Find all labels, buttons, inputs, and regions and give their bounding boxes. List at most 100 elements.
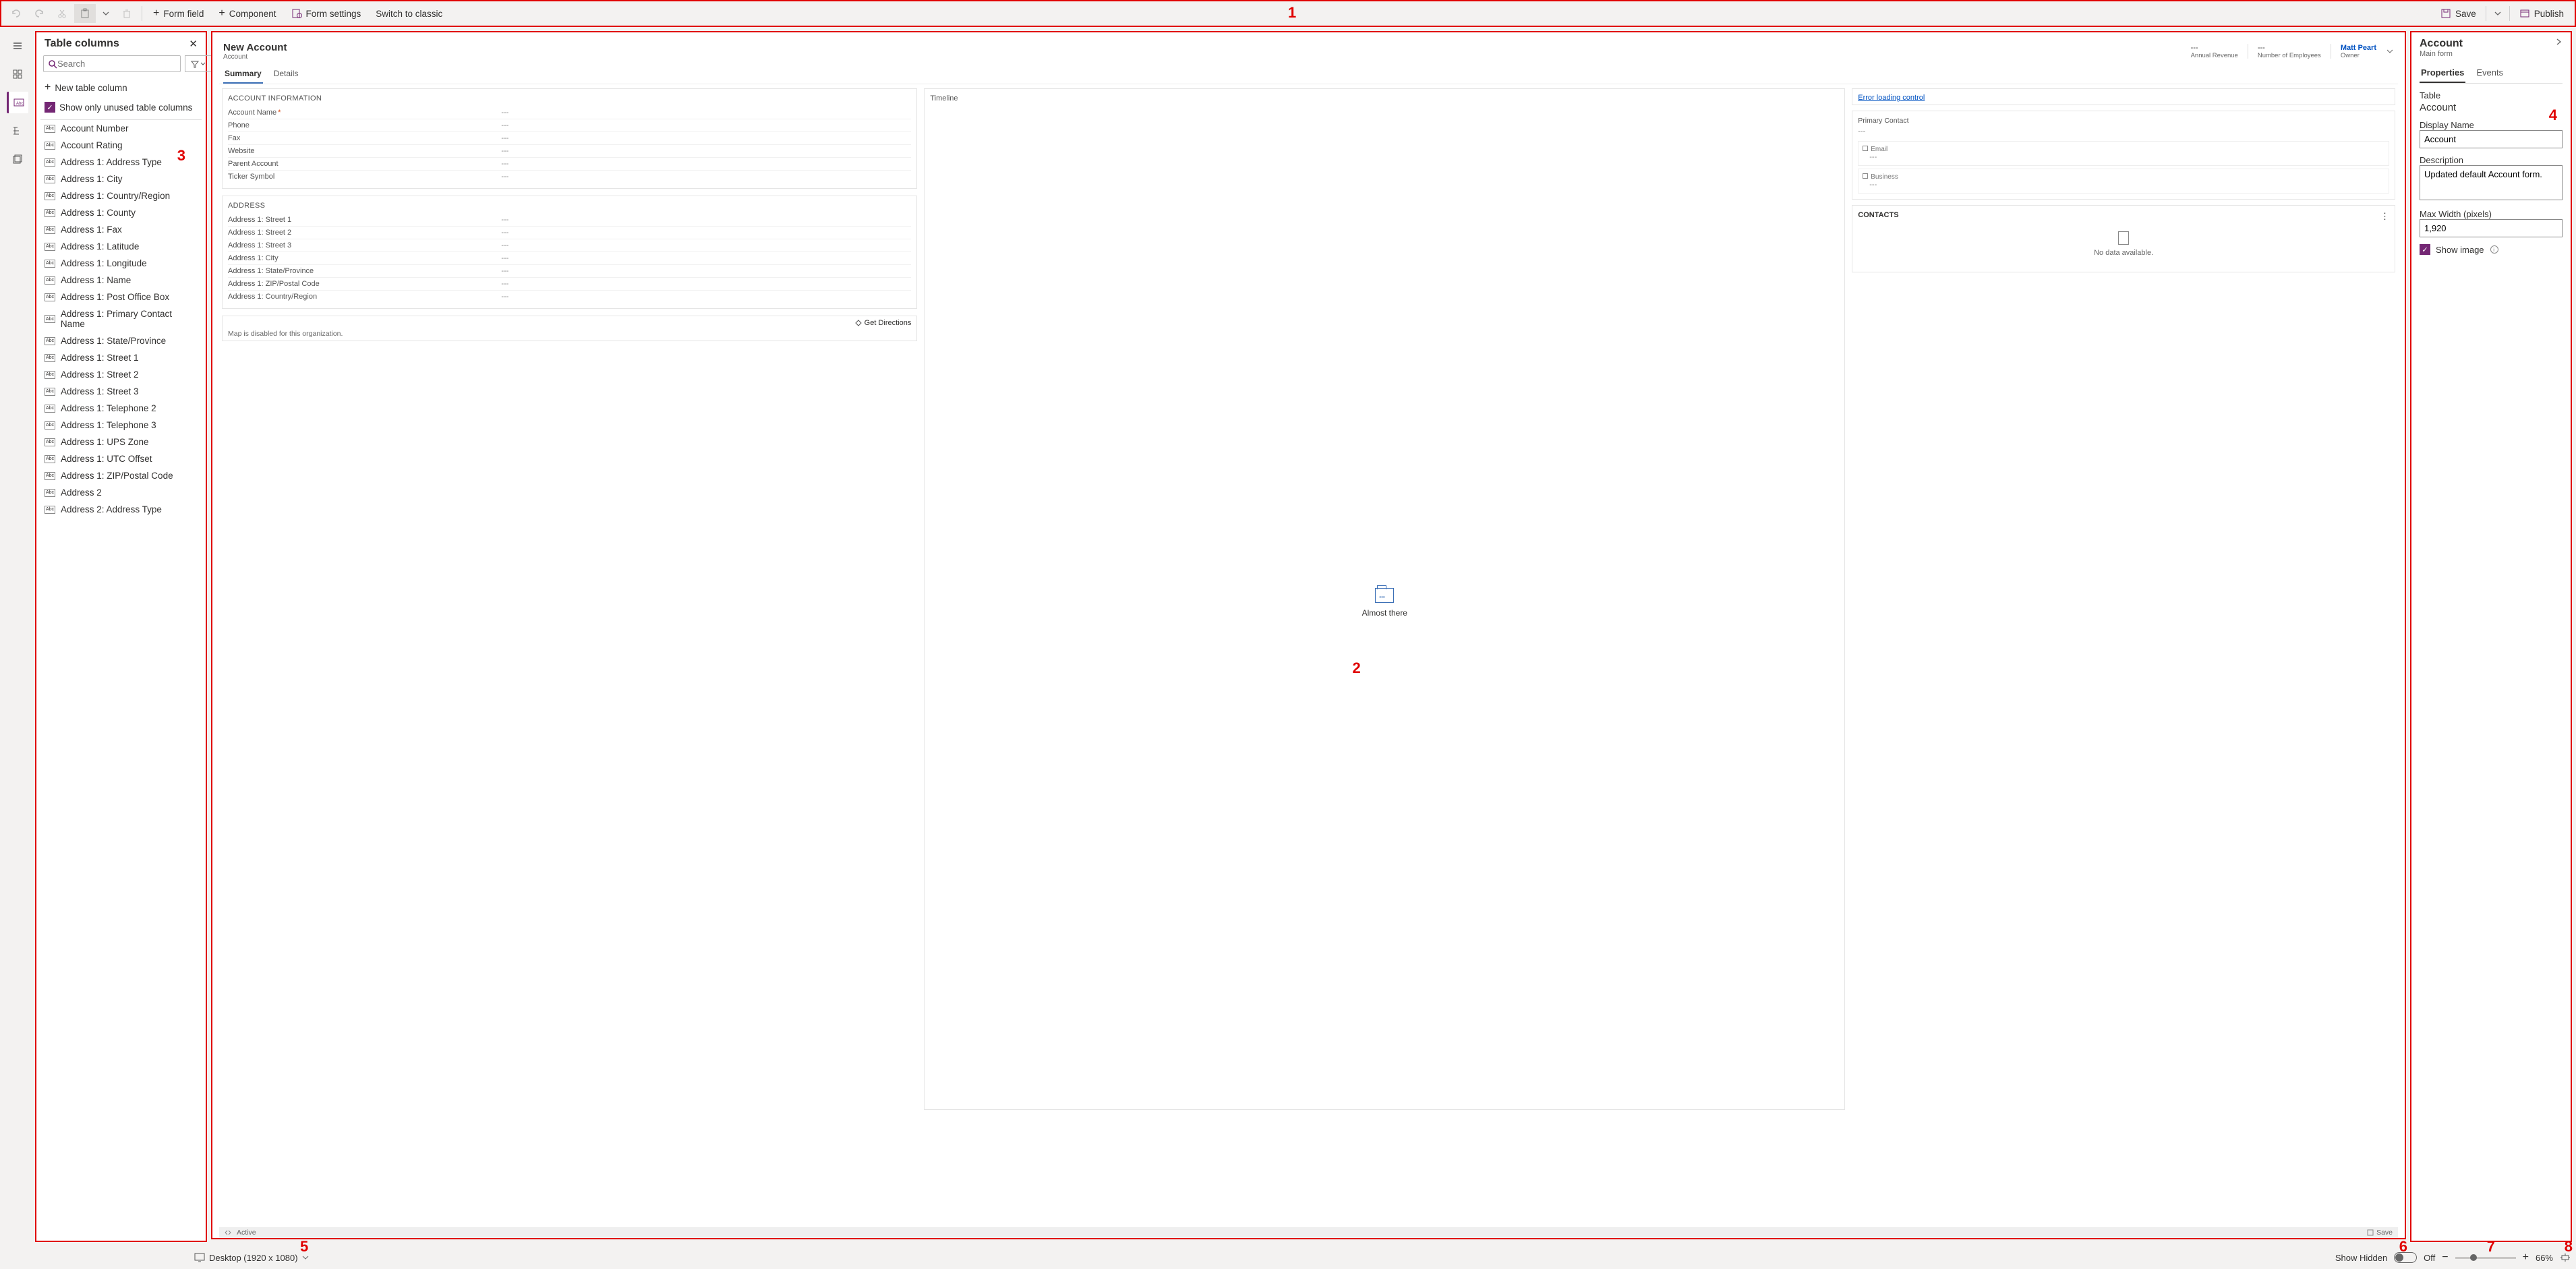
lock-icon — [1863, 173, 1868, 179]
column-item[interactable]: AbcAddress 1: UPS Zone — [40, 434, 202, 450]
form-field[interactable]: Phone--- — [228, 119, 911, 132]
form-footer: Active Save — [219, 1227, 2398, 1238]
zoom-in-button[interactable]: + — [2523, 1251, 2529, 1264]
field-type-icon: Abc — [45, 209, 55, 217]
show-unused-toggle[interactable]: ✓Show only unused table columns — [36, 98, 206, 117]
publish-button[interactable]: Publish — [2513, 4, 2571, 23]
column-item[interactable]: AbcAddress 2: Address Type — [40, 501, 202, 518]
form-field[interactable]: Parent Account--- — [228, 158, 911, 171]
add-component-button[interactable]: Component — [212, 3, 283, 24]
field-type-icon: Abc — [45, 388, 55, 396]
save-button[interactable]: Save — [2434, 4, 2483, 23]
error-card[interactable]: Error loading control — [1852, 88, 2395, 105]
field-type-icon: Abc — [45, 125, 55, 133]
tab-events[interactable]: Events — [2475, 65, 2505, 83]
svg-text:Abc: Abc — [16, 102, 23, 106]
description-input[interactable] — [2420, 165, 2563, 200]
column-item[interactable]: AbcAddress 1: Telephone 3 — [40, 417, 202, 434]
primary-contact-section[interactable]: Primary Contact --- Email --- Business -… — [1852, 111, 2395, 200]
new-table-column-button[interactable]: New table column — [36, 78, 206, 98]
account-info-section[interactable]: ACCOUNT INFORMATION Account Name*---Phon… — [222, 88, 917, 189]
column-item[interactable]: AbcAddress 1: Fax — [40, 221, 202, 238]
column-item[interactable]: AbcAddress 1: Street 2 — [40, 366, 202, 383]
filter-button[interactable] — [185, 55, 212, 72]
fit-to-screen-button[interactable] — [2560, 1252, 2571, 1263]
search-input[interactable] — [57, 59, 176, 69]
form-field[interactable]: Address 1: Street 1--- — [228, 214, 911, 227]
rail-tree[interactable] — [7, 120, 28, 142]
form-field[interactable]: Account Name*--- — [228, 107, 911, 119]
form-canvas[interactable]: New Account Account ---Annual Revenue --… — [211, 31, 2406, 1239]
form-field[interactable]: Address 1: City--- — [228, 252, 911, 265]
document-icon — [2118, 231, 2129, 245]
column-item[interactable]: AbcAddress 1: Longitude — [40, 255, 202, 272]
form-field[interactable]: Fax--- — [228, 132, 911, 145]
column-item[interactable]: AbcAddress 2 — [40, 484, 202, 501]
more-icon[interactable]: ⋮ — [2380, 211, 2389, 222]
address-section[interactable]: ADDRESS Address 1: Street 1---Address 1:… — [222, 196, 917, 309]
form-field[interactable]: Address 1: State/Province--- — [228, 265, 911, 278]
column-item[interactable]: AbcAddress 1: Name — [40, 272, 202, 289]
column-item[interactable]: AbcAccount Rating — [40, 137, 202, 154]
tab-details[interactable]: Details — [272, 66, 300, 84]
contacts-section[interactable]: CONTACTS⋮ No data available. — [1852, 205, 2395, 272]
rail-table-columns[interactable]: Abc — [7, 92, 28, 113]
zoom-slider[interactable] — [2455, 1257, 2516, 1259]
column-item[interactable]: AbcAddress 1: Latitude — [40, 238, 202, 255]
status-bar: 5 Desktop (1920 x 1080) Show Hidden 6 Of… — [0, 1246, 2576, 1269]
save-icon[interactable] — [2367, 1229, 2374, 1236]
form-field[interactable]: Address 1: Country/Region--- — [228, 291, 911, 303]
show-image-toggle[interactable]: ✓Show imagei — [2420, 244, 2563, 255]
svg-text:i: i — [2493, 247, 2494, 253]
column-item[interactable]: AbcAccount Number — [40, 120, 202, 137]
column-item[interactable]: AbcAddress 1: County — [40, 204, 202, 221]
column-item[interactable]: AbcAddress 1: Post Office Box — [40, 289, 202, 305]
form-field[interactable]: Address 1: Street 3--- — [228, 239, 911, 252]
search-input-wrap[interactable] — [43, 55, 181, 72]
expand-icon[interactable] — [225, 1229, 231, 1236]
redo-button[interactable] — [28, 4, 50, 23]
form-field[interactable]: Address 1: ZIP/Postal Code--- — [228, 278, 911, 291]
column-item[interactable]: AbcAddress 1: ZIP/Postal Code — [40, 467, 202, 484]
column-item[interactable]: AbcAddress 1: Primary Contact Name — [40, 305, 202, 332]
chevron-right-icon[interactable] — [2554, 38, 2563, 46]
form-field[interactable]: Address 1: Street 2--- — [228, 227, 911, 239]
prop-title: Account — [2420, 38, 2463, 50]
cut-button[interactable] — [51, 4, 73, 23]
more-chevron[interactable] — [97, 6, 115, 21]
column-item[interactable]: AbcAddress 1: Country/Region — [40, 187, 202, 204]
column-item[interactable]: AbcAddress 1: Street 3 — [40, 383, 202, 400]
column-item[interactable]: AbcAddress 1: Telephone 2 — [40, 400, 202, 417]
rail-components[interactable] — [7, 63, 28, 85]
paste-button[interactable] — [74, 4, 96, 23]
form-settings-button[interactable]: Form settings — [285, 4, 368, 23]
rail-libraries[interactable] — [7, 148, 28, 170]
display-name-input[interactable] — [2420, 130, 2563, 148]
form-field[interactable]: Ticker Symbol--- — [228, 171, 911, 183]
save-split-chevron[interactable] — [2489, 6, 2507, 21]
viewport-picker[interactable]: Desktop (1920 x 1080) — [194, 1253, 309, 1263]
form-field[interactable]: Website--- — [228, 145, 911, 158]
zoom-out-button[interactable]: − — [2442, 1251, 2448, 1264]
tab-summary[interactable]: Summary — [223, 66, 263, 84]
column-item[interactable]: AbcAddress 1: City — [40, 171, 202, 187]
rail-hamburger[interactable] — [7, 35, 28, 57]
column-item[interactable]: AbcAddress 1: Address Type — [40, 154, 202, 171]
delete-button[interactable] — [116, 4, 138, 23]
column-item[interactable]: AbcAddress 1: Street 1 — [40, 349, 202, 366]
chevron-down-icon[interactable] — [2386, 47, 2394, 55]
close-icon[interactable]: ✕ — [189, 38, 198, 50]
switch-classic-button[interactable]: Switch to classic — [369, 5, 449, 23]
add-form-field-button[interactable]: Form field — [146, 3, 210, 24]
timeline-section[interactable]: Timeline ••• Almost there — [924, 88, 1845, 1110]
show-hidden-toggle[interactable] — [2394, 1252, 2417, 1263]
max-width-input[interactable] — [2420, 219, 2563, 237]
columns-list[interactable]: AbcAccount NumberAbcAccount RatingAbcAdd… — [40, 119, 202, 1241]
column-item[interactable]: AbcAddress 1: UTC Offset — [40, 450, 202, 467]
property-panel: AccountMain form Properties Events 4 Tab… — [2410, 31, 2572, 1242]
map-section[interactable]: Get Directions Map is disabled for this … — [222, 316, 917, 341]
annotation-1: 1 — [1288, 4, 1296, 22]
tab-properties[interactable]: Properties — [2420, 65, 2465, 83]
column-item[interactable]: AbcAddress 1: State/Province — [40, 332, 202, 349]
undo-button[interactable] — [5, 4, 27, 23]
